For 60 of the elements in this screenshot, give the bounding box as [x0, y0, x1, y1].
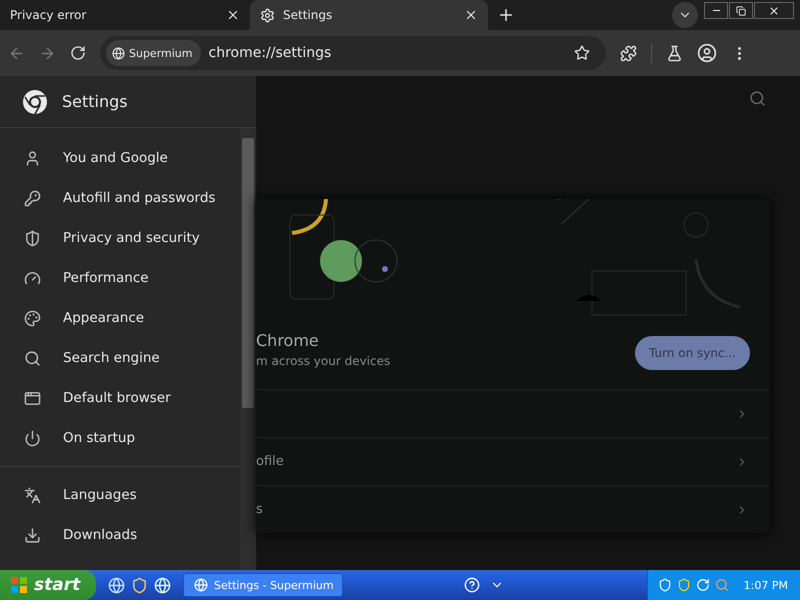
- new-tab-icon[interactable]: [497, 6, 515, 24]
- browser-icon[interactable]: [108, 576, 125, 594]
- extensions-icon[interactable]: [620, 44, 637, 62]
- sidebar-item[interactable]: Languages: [0, 475, 240, 515]
- settings-row[interactable]: s: [256, 485, 770, 533]
- window-icon: [24, 390, 41, 406]
- restore-icon: [736, 6, 746, 16]
- sidebar-title: Settings: [62, 92, 128, 111]
- sidebar-item[interactable]: You and Google: [0, 138, 240, 178]
- sidebar-item[interactable]: Autofill and passwords: [0, 178, 240, 218]
- address-bar[interactable]: Supermium chrome://settings: [100, 36, 606, 70]
- url-text: chrome://settings: [208, 45, 332, 61]
- close-icon[interactable]: [226, 8, 240, 22]
- help-icon[interactable]: [464, 577, 480, 593]
- scrollbar[interactable]: [240, 128, 256, 570]
- start-button[interactable]: start: [0, 570, 96, 600]
- sidebar-item[interactable]: Search engine: [0, 338, 240, 378]
- sidebar-item[interactable]: Performance: [0, 258, 240, 298]
- restore-button[interactable]: [729, 2, 753, 19]
- gear-icon: [260, 8, 275, 22]
- reload-icon[interactable]: [70, 45, 86, 61]
- card-title: Chrome: [256, 331, 319, 350]
- row-label: ofile: [256, 454, 284, 469]
- browser-tab[interactable]: Settings: [250, 0, 488, 30]
- person-icon: [24, 150, 41, 166]
- clock: 1:07 PM: [744, 578, 788, 592]
- power-icon: [24, 430, 41, 446]
- profile-icon[interactable]: [697, 43, 717, 63]
- sync-icon[interactable]: [696, 578, 710, 592]
- shield-icon[interactable]: [131, 576, 148, 594]
- search-icon[interactable]: [749, 90, 766, 107]
- translate-icon: [24, 486, 41, 504]
- card-subtitle: m across your devices: [256, 354, 390, 368]
- sidebar-item[interactable]: On startup: [0, 418, 240, 458]
- shield-icon[interactable]: [658, 578, 672, 592]
- palette-icon: [24, 310, 41, 326]
- windows-flag-icon: [10, 576, 28, 594]
- gauge-icon: [24, 270, 41, 286]
- site-chip[interactable]: Supermium: [106, 40, 200, 66]
- globe-icon[interactable]: [154, 576, 171, 594]
- sidebar-item[interactable]: Appearance: [0, 298, 240, 338]
- key-icon: [24, 190, 41, 206]
- globe-icon: [194, 578, 208, 592]
- settings-row[interactable]: ofile: [256, 437, 770, 485]
- close-icon[interactable]: [464, 8, 478, 22]
- tab-search-button[interactable]: [672, 2, 698, 28]
- sidebar-item[interactable]: Default browser: [0, 378, 240, 418]
- sidebar-item[interactable]: Privacy and security: [0, 218, 240, 258]
- search-icon: [24, 350, 41, 366]
- bookmark-star-icon[interactable]: [574, 45, 590, 61]
- download-icon: [24, 526, 41, 544]
- flask-icon[interactable]: [666, 44, 683, 62]
- shield-icon: [24, 230, 41, 246]
- chrome-logo-icon: [22, 88, 48, 114]
- taskbar-window-button[interactable]: Settings - Supermium: [183, 573, 343, 597]
- close-icon: [768, 4, 780, 16]
- close-button[interactable]: [754, 2, 794, 19]
- globe-icon: [112, 46, 125, 60]
- row-label: s: [256, 502, 263, 517]
- sidebar-item[interactable]: Downloads: [0, 515, 240, 555]
